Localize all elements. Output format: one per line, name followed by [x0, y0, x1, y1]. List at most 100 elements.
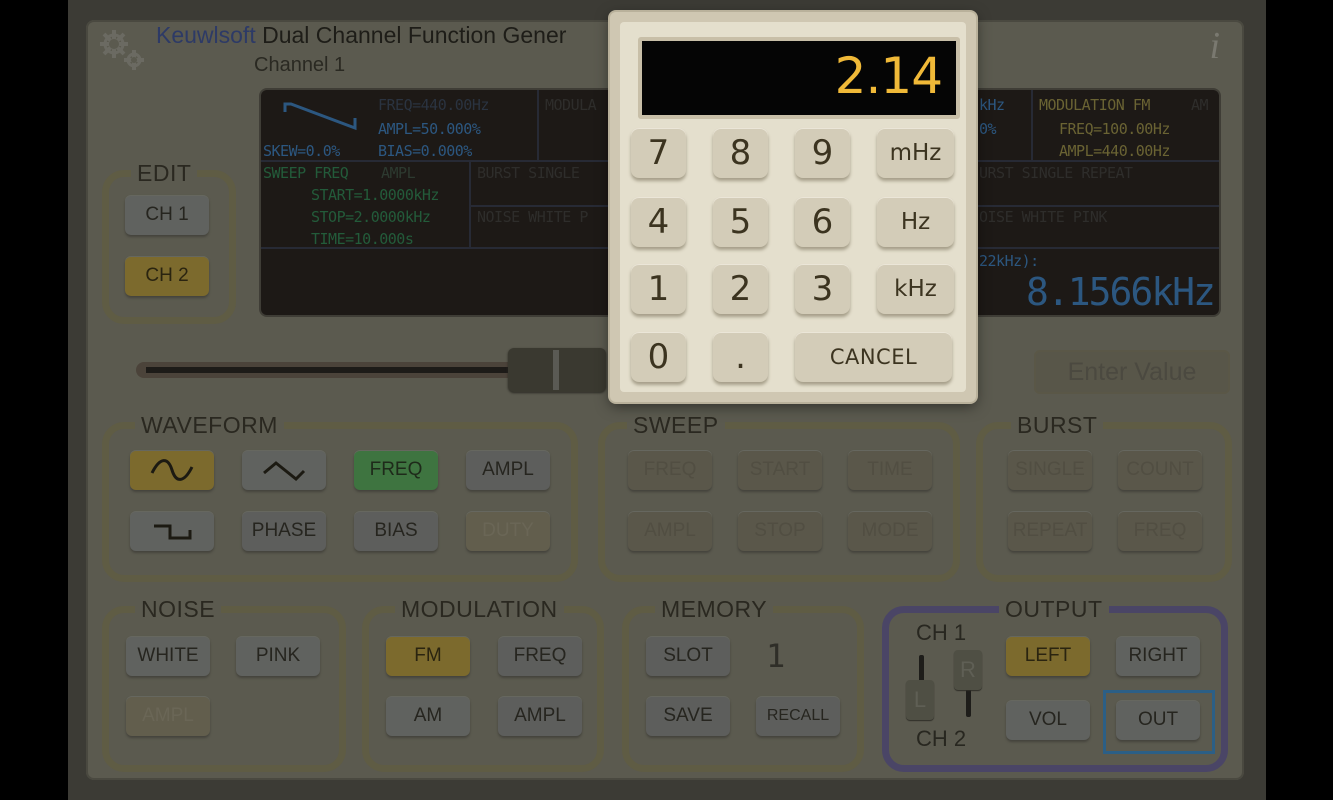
burst-repeat-button[interactable]: REPEAT [1008, 511, 1092, 551]
sweep-mode-button[interactable]: MODE [848, 511, 932, 551]
left-channel-knob[interactable]: L [906, 680, 934, 720]
lcd-divider [537, 90, 539, 160]
key-khz[interactable]: kHz [877, 264, 954, 314]
waveform-bias-button[interactable]: BIAS [354, 511, 438, 551]
lcd-range: 22kHz): [979, 252, 1039, 270]
edit-ch1-button[interactable]: CH 1 [125, 195, 209, 235]
lcd-bias: BIAS=0.000% [378, 142, 472, 160]
sweep-freq-button[interactable]: FREQ [628, 450, 712, 490]
lcd-ch2-pct: 0% [979, 120, 997, 138]
lcd-divider [469, 160, 471, 248]
sweep-start-button[interactable]: START [738, 450, 822, 490]
output-vol-button[interactable]: VOL [1006, 700, 1090, 740]
memory-label: MEMORY [655, 596, 774, 622]
edit-group: EDIT [102, 160, 236, 324]
triangle-wave-icon [263, 461, 306, 481]
sawtooth-wave-icon [283, 102, 357, 131]
burst-freq-button[interactable]: FREQ [1118, 511, 1202, 551]
memory-save-button[interactable]: SAVE [646, 696, 730, 736]
key-1[interactable]: 1 [631, 264, 686, 314]
noise-ampl-button[interactable]: AMPL [126, 696, 210, 736]
key-7[interactable]: 7 [631, 128, 686, 178]
output-ch1-label: CH 1 [916, 620, 967, 645]
keypad-dialog: 2.14 7 8 9 mHz 4 5 6 Hz 1 2 3 kHz 0 . CA… [610, 12, 976, 402]
lcd-sweep-stop: STOP=2.0000kHz [311, 208, 431, 226]
memory-slot-number: 1 [766, 637, 786, 675]
modulation-freq-button[interactable]: FREQ [498, 636, 582, 676]
triangle-wave-button[interactable] [242, 450, 326, 490]
enter-value-button[interactable]: Enter Value [1034, 350, 1230, 394]
square-wave-icon [154, 524, 192, 540]
value-slider-fill [146, 367, 538, 373]
lcd-modulation-header: MODULATION FM [1039, 96, 1150, 114]
key-8[interactable]: 8 [713, 128, 768, 178]
waveform-duty-button[interactable]: DUTY [466, 511, 550, 551]
modulation-ampl-button[interactable]: AMPL [498, 696, 582, 736]
lcd-skew: SKEW=0.0% [263, 142, 340, 160]
value-slider-thumb[interactable] [508, 348, 606, 392]
noise-white-button[interactable]: WHITE [126, 636, 210, 676]
sine-wave-icon [150, 459, 194, 481]
modulation-fm-button[interactable]: FM [386, 636, 470, 676]
key-4[interactable]: 4 [631, 197, 686, 247]
waveform-group: WAVEFORM [102, 412, 578, 582]
waveform-ampl-button[interactable]: AMPL [466, 450, 550, 490]
noise-pink-button[interactable]: PINK [236, 636, 320, 676]
key-9[interactable]: 9 [795, 128, 850, 178]
lcd-sweep-start: START=1.0000kHz [311, 186, 439, 204]
key-2[interactable]: 2 [713, 264, 768, 314]
memory-recall-button[interactable]: RECALL [756, 696, 840, 736]
key-decimal[interactable]: . [713, 332, 768, 382]
square-wave-button[interactable] [130, 511, 214, 551]
burst-label: BURST [1011, 412, 1104, 438]
sweep-group: SWEEP [598, 412, 960, 582]
edit-ch2-button[interactable]: CH 2 [125, 256, 209, 296]
modulation-label: MODULATION [395, 596, 564, 622]
memory-slot-button[interactable]: SLOT [646, 636, 730, 676]
burst-group: BURST [976, 412, 1232, 582]
lcd-modulation-freq: FREQ=100.00Hz [1059, 120, 1170, 138]
lcd-sweep-ampl: AMPL [381, 164, 416, 182]
lcd-ampl: AMPL=50.000% [378, 120, 481, 138]
sine-wave-button[interactable] [130, 450, 214, 490]
right-channel-knob[interactable]: R [954, 650, 982, 690]
output-right-button[interactable]: RIGHT [1116, 636, 1200, 676]
lcd-modulation-ch1: MODULA [545, 96, 597, 114]
key-3[interactable]: 3 [795, 264, 850, 314]
lcd-sweep-header: SWEEP FREQ [263, 164, 349, 182]
modulation-group: MODULATION [362, 596, 604, 772]
keypad-display: 2.14 [638, 37, 960, 119]
key-mhz[interactable]: mHz [877, 128, 954, 178]
waveform-label: WAVEFORM [135, 412, 284, 438]
lcd-ch2-freq: kHz [979, 96, 1005, 114]
output-left-button[interactable]: LEFT [1006, 636, 1090, 676]
sweep-time-button[interactable]: TIME [848, 450, 932, 490]
sweep-stop-button[interactable]: STOP [738, 511, 822, 551]
output-out-button[interactable]: OUT [1116, 700, 1200, 740]
burst-count-button[interactable]: COUNT [1118, 450, 1202, 490]
modulation-am-button[interactable]: AM [386, 696, 470, 736]
app-title-text: Dual Channel Function Gener [262, 22, 567, 48]
lcd-sweep-time: TIME=10.000s [311, 230, 414, 248]
keypad-cancel-button[interactable]: CANCEL [795, 332, 952, 382]
key-6[interactable]: 6 [795, 197, 850, 247]
waveform-phase-button[interactable]: PHASE [242, 511, 326, 551]
output-ch2-label: CH 2 [916, 726, 967, 751]
memory-group: MEMORY [622, 596, 864, 772]
key-hz[interactable]: Hz [877, 197, 954, 247]
keypad-display-value: 2.14 [834, 47, 943, 105]
settings-gears-icon[interactable] [94, 28, 150, 72]
edit-label: EDIT [131, 160, 198, 186]
info-icon[interactable]: i [1209, 24, 1220, 68]
sweep-ampl-button[interactable]: AMPL [628, 511, 712, 551]
channel-label: Channel 1 [254, 54, 346, 76]
app-title: Keuwlsoft Dual Channel Function Gener [156, 22, 566, 49]
lcd-big-value: 8.1566kHz [1026, 270, 1216, 314]
burst-single-button[interactable]: SINGLE [1008, 450, 1092, 490]
key-0[interactable]: 0 [631, 332, 686, 382]
key-5[interactable]: 5 [713, 197, 768, 247]
brand-name: Keuwlsoft [156, 22, 256, 48]
output-label: OUTPUT [999, 596, 1109, 622]
waveform-freq-button[interactable]: FREQ [354, 450, 438, 490]
sweep-label: SWEEP [627, 412, 725, 438]
